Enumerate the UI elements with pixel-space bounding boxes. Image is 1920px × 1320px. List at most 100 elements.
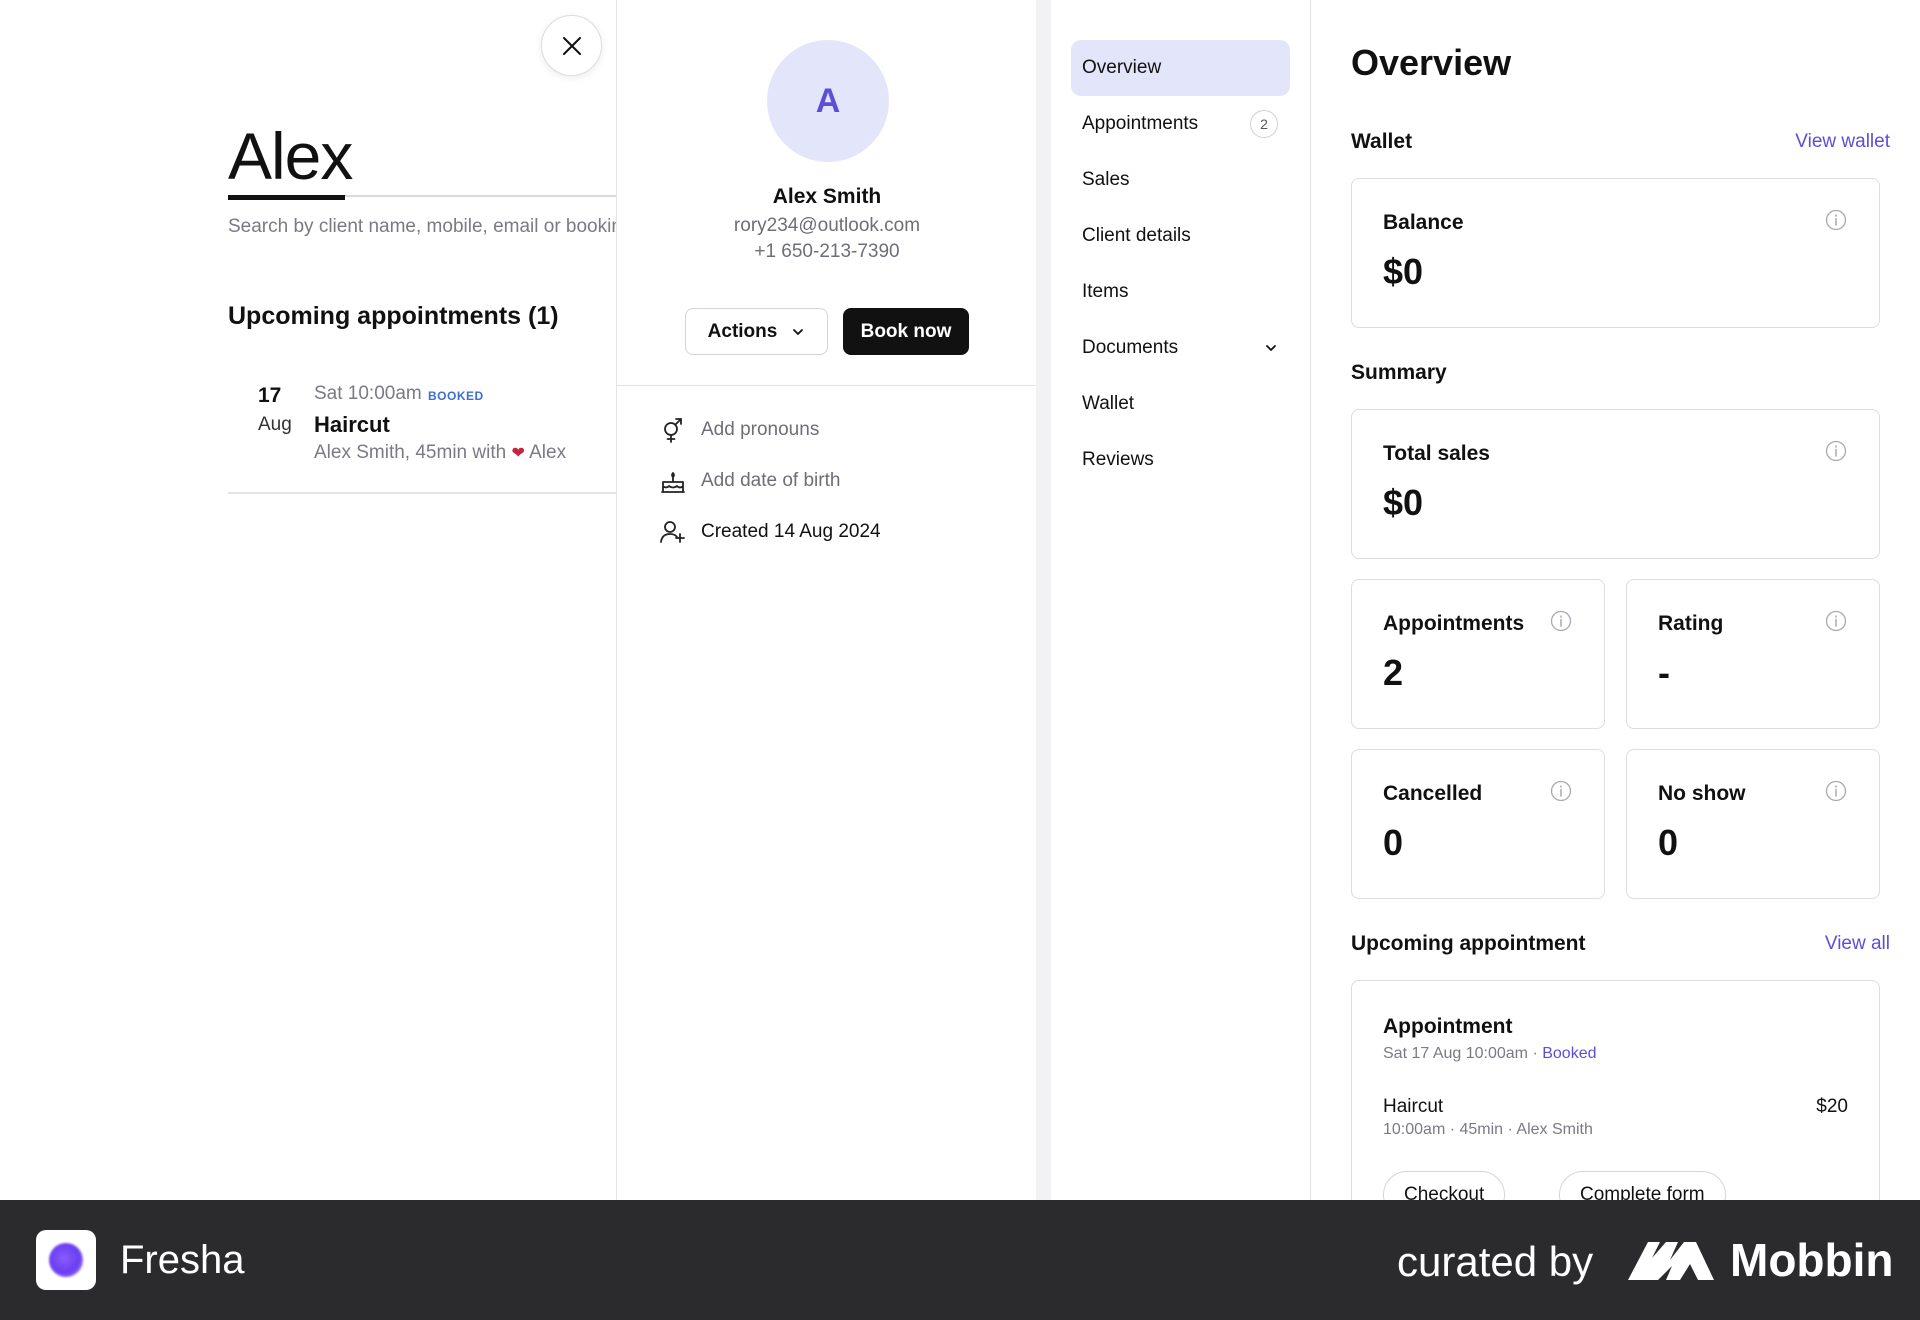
client-name: Alex Smith (772, 185, 882, 208)
add-pronouns-link[interactable]: Add pronouns (659, 416, 819, 444)
balance-label: Balance (1383, 211, 1464, 234)
appointment-time: Sat 10:00am (314, 383, 422, 404)
client-profile-panel: A Alex Smith rory234@outlook.com +1 650-… (616, 0, 1037, 1200)
appointment-card-title: Appointment (1383, 1015, 1513, 1038)
balance-card: Balance $0 (1351, 178, 1880, 328)
book-now-button[interactable]: Book now (843, 308, 969, 355)
user-add-icon (660, 521, 685, 543)
mobbin-wordmark: Mobbin (1730, 1234, 1894, 1286)
info-icon[interactable] (1825, 440, 1847, 462)
appointment-list-item[interactable]: 17 Aug Sat 10:00am BOOKED Haircut Alex S… (228, 380, 620, 494)
client-email: rory234@outlook.com (733, 215, 921, 236)
total-sales-card: Total sales $0 (1351, 409, 1880, 559)
cancelled-value: 0 (1383, 822, 1404, 863)
nav-item-label: Wallet (1082, 393, 1135, 414)
appointment-card-duration: 45min (1459, 1121, 1504, 1138)
gender-icon (664, 418, 682, 443)
appointment-card-date-status: Sat 17 Aug 10:00am · Booked (1383, 1045, 1597, 1063)
avatar: A (767, 40, 889, 162)
total-sales-value: $0 (1383, 482, 1424, 523)
search-underline-active (228, 195, 345, 200)
appointment-day: 17 (258, 384, 282, 407)
appointment-service: Haircut (314, 412, 390, 437)
appointment-card-staff: Alex Smith (1516, 1121, 1593, 1138)
view-wallet-link[interactable]: View wallet (1795, 131, 1890, 153)
nav-item-sales[interactable]: Sales (1071, 152, 1290, 208)
add-date-of-birth-link[interactable]: Add date of birth (659, 467, 840, 495)
nav-item-label: Reviews (1082, 449, 1154, 470)
appointment-card-time: 10:00am (1383, 1121, 1446, 1138)
view-all-link[interactable]: View all (1825, 933, 1890, 955)
appointments-value: 2 (1383, 652, 1404, 693)
actions-button-label: Actions (707, 320, 778, 342)
no-show-value: 0 (1658, 822, 1679, 863)
chevron-down-icon (793, 328, 804, 335)
appointments-label: Appointments (1383, 612, 1525, 635)
page-title: Overview (1351, 42, 1512, 83)
rating-value: - (1658, 652, 1670, 693)
appointment-status-badge: BOOKED (428, 389, 484, 403)
info-icon[interactable] (1550, 780, 1572, 802)
close-button[interactable] (541, 15, 602, 76)
nav-item-overview[interactable]: Overview (1071, 40, 1290, 96)
panel-gutter (1036, 0, 1051, 1200)
footer-bar: Fresha curated by Mobbin (0, 1200, 1920, 1320)
appointment-card-price: $20 (1816, 1096, 1848, 1117)
info-icon[interactable] (1825, 209, 1847, 231)
upcoming-appointment-heading: Upcoming appointment (1351, 932, 1586, 955)
summary-heading: Summary (1351, 361, 1447, 384)
client-section-nav: Overview Appointments 2 Sales Client det… (1051, 0, 1311, 1200)
add-pronouns-label: Add pronouns (701, 419, 820, 440)
add-date-of-birth-label: Add date of birth (701, 470, 841, 491)
created-date-label: Created 14 Aug 2024 (701, 521, 881, 542)
info-icon[interactable] (1825, 780, 1847, 802)
appointment-card-status: Booked (1542, 1045, 1597, 1062)
nav-item-label: Overview (1082, 57, 1162, 78)
nav-item-appointments[interactable]: Appointments 2 (1071, 96, 1290, 152)
rating-label: Rating (1658, 612, 1724, 635)
nav-item-label: Items (1082, 281, 1129, 302)
balance-value: $0 (1383, 251, 1424, 292)
nav-item-reviews[interactable]: Reviews (1071, 432, 1290, 488)
cake-icon (661, 472, 685, 493)
appointment-detail-text: Alex Smith, 45min with (314, 442, 507, 463)
info-icon[interactable] (1825, 610, 1847, 632)
nav-item-client-details[interactable]: Client details (1071, 208, 1290, 264)
created-date: Created 14 Aug 2024 (659, 518, 881, 546)
nav-item-label: Documents (1082, 337, 1179, 358)
appointment-card-service: Haircut (1383, 1096, 1444, 1117)
appointments-count-badge: 2 (1250, 110, 1278, 138)
brand-name: Fresha (120, 1238, 245, 1282)
search-input-value[interactable]: Alex (228, 118, 353, 194)
actions-button[interactable]: Actions (685, 308, 828, 355)
search-hint: Search by client name, mobile, email or … (228, 216, 620, 237)
no-show-card: No show 0 (1626, 749, 1880, 899)
nav-item-wallet[interactable]: Wallet (1071, 376, 1290, 432)
appointment-card-meta: 10:00am · 45min · Alex Smith (1383, 1121, 1593, 1139)
wallet-heading: Wallet (1351, 130, 1413, 153)
nav-item-label: Client details (1082, 225, 1191, 246)
rating-card: Rating - (1626, 579, 1880, 729)
profile-divider (617, 385, 1037, 386)
nav-item-items[interactable]: Items (1071, 264, 1290, 320)
client-search-page: Alex Search by client name, mobile, emai… (0, 0, 620, 1200)
close-icon (562, 36, 581, 55)
nav-item-documents[interactable]: Documents (1071, 320, 1290, 376)
overview-panel: Overview Wallet View wallet Balance $0 S… (1311, 0, 1920, 1260)
appointments-card: Appointments 2 (1351, 579, 1605, 729)
nav-item-label: Appointments (1082, 113, 1199, 134)
nav-item-label: Sales (1082, 169, 1130, 190)
appointment-detail: Alex Smith, 45min with ❤ Alex (314, 442, 566, 464)
separator-dot: · (1449, 1121, 1460, 1138)
no-show-label: No show (1658, 782, 1746, 805)
chevron-down-icon (1266, 345, 1276, 351)
mobbin-logo-icon (1628, 1242, 1714, 1280)
cancelled-label: Cancelled (1383, 782, 1483, 805)
info-icon[interactable] (1550, 610, 1572, 632)
appointment-month: Aug (258, 414, 292, 435)
cancelled-card: Cancelled 0 (1351, 749, 1605, 899)
client-phone: +1 650-213-7390 (754, 241, 900, 262)
fresha-logo (36, 1230, 96, 1290)
heart-icon: ❤ (511, 445, 525, 462)
appointment-card-date: Sat 17 Aug 10:00am (1383, 1045, 1528, 1062)
